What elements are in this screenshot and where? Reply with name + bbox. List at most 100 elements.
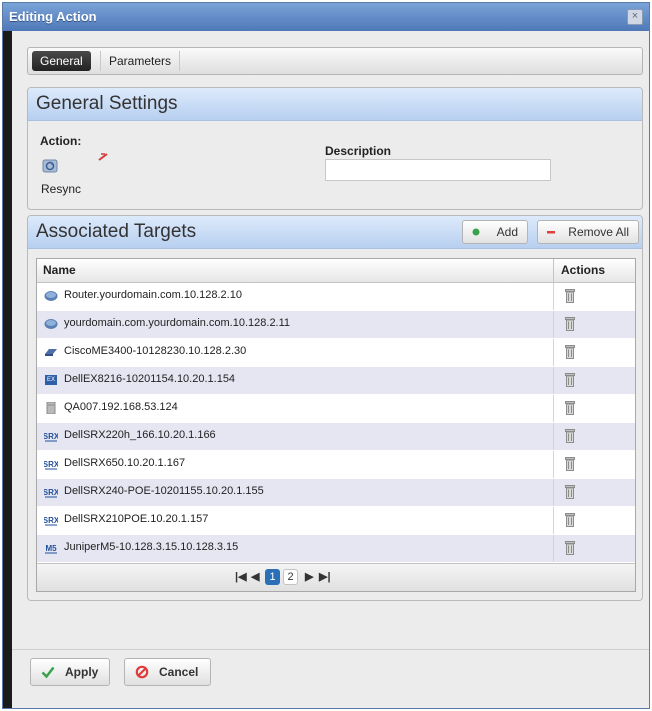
tab-parameters[interactable]: Parameters (100, 51, 181, 71)
target-name: CiscoME3400-10128230.10.128.2.30 (64, 345, 247, 357)
checkmark-icon (41, 666, 55, 679)
delete-icon[interactable] (565, 317, 575, 331)
target-name: DellSRX210POE.10.20.1.157 (64, 513, 209, 525)
target-name: DellEX8216-10201154.10.20.1.154 (64, 373, 236, 385)
delete-icon[interactable] (565, 373, 575, 387)
editing-action-dialog: Editing Action × General Parameters Gene… (2, 2, 650, 709)
last-page-icon[interactable]: ▶| (319, 570, 331, 583)
next-page-icon[interactable]: ▶ (305, 570, 313, 583)
footer-divider (12, 649, 649, 650)
action-label: Action: (40, 134, 82, 148)
target-name: Router.yourdomain.com.10.128.2.10 (64, 289, 242, 301)
table-row[interactable]: SRX DellSRX650.10.20.1.167 (37, 451, 635, 479)
target-name: DellSRX220h_166.10.20.1.166 (64, 429, 216, 441)
required-marker-icon (98, 153, 108, 161)
column-divider (553, 423, 554, 450)
pagination: |◀ ◀ 1 2 ▶ ▶| (37, 563, 635, 591)
prev-page-icon[interactable]: ◀ (251, 570, 259, 583)
remove-all-button[interactable]: Remove All (537, 220, 639, 244)
server-icon (46, 402, 56, 414)
delete-icon[interactable] (565, 289, 575, 303)
associated-targets-panel: Associated Targets Add Remove All Name A… (27, 215, 643, 601)
associated-targets-title: Associated Targets (36, 221, 197, 242)
general-settings-header: General Settings (28, 88, 642, 121)
column-divider (553, 535, 554, 562)
tab-bar: General Parameters (27, 47, 643, 75)
delete-icon[interactable] (565, 429, 575, 443)
apply-button[interactable]: Apply (30, 658, 110, 686)
svg-text:SRX: SRX (44, 516, 58, 525)
remove-all-button-label: Remove All (568, 225, 629, 239)
delete-icon[interactable] (565, 345, 575, 359)
apply-button-label: Apply (65, 665, 99, 679)
associated-targets-header: Associated Targets Add Remove All (28, 216, 642, 249)
router-icon (44, 319, 58, 329)
add-button-label: Add (496, 225, 518, 239)
left-edge-bar (3, 31, 12, 708)
column-divider (553, 311, 554, 338)
add-button[interactable]: Add (462, 220, 528, 244)
title-bar[interactable]: Editing Action × (3, 3, 649, 31)
column-header-actions[interactable]: Actions (561, 263, 605, 277)
srx-icon: SRX (44, 460, 58, 470)
column-divider (553, 283, 554, 310)
action-value: Resync (41, 182, 82, 196)
cancel-button[interactable]: Cancel (124, 658, 211, 686)
target-name: QA007.192.168.53.124 (64, 401, 178, 413)
column-divider (553, 339, 554, 366)
delete-icon[interactable] (565, 457, 575, 471)
table-row[interactable]: SRX DellSRX240-POE-10201155.10.20.1.155 (37, 479, 635, 507)
table-row[interactable]: SRX DellSRX220h_166.10.20.1.166 (37, 423, 635, 451)
target-name: yourdomain.com.yourdomain.com.10.128.2.1… (64, 317, 291, 329)
targets-table: Name Actions Router.yourdomain.com.10.12… (36, 258, 636, 592)
table-body: Router.yourdomain.com.10.128.2.10 yourdom… (37, 283, 635, 563)
resync-icon[interactable] (42, 158, 58, 174)
svg-text:M5: M5 (45, 544, 57, 553)
cancel-icon (135, 665, 149, 679)
column-divider (553, 395, 554, 422)
table-row[interactable]: EX DellEX8216-10201154.10.20.1.154 (37, 367, 635, 395)
m5-icon: M5 (45, 544, 57, 554)
svg-text:EX: EX (47, 377, 55, 383)
table-row[interactable]: Router.yourdomain.com.10.128.2.10 (37, 283, 635, 311)
delete-icon[interactable] (565, 541, 575, 555)
delete-icon[interactable] (565, 513, 575, 527)
column-header-name[interactable]: Name (43, 263, 76, 277)
page-1-button[interactable]: 1 (265, 569, 280, 585)
table-row[interactable]: CiscoME3400-10128230.10.128.2.30 (37, 339, 635, 367)
table-header: Name Actions (37, 259, 635, 283)
plus-icon (472, 228, 480, 236)
column-divider (553, 507, 554, 534)
ex-switch-icon: EX (45, 375, 57, 385)
target-name: DellSRX240-POE-10201155.10.20.1.155 (64, 485, 264, 497)
description-label: Description (325, 144, 392, 158)
column-divider (553, 479, 554, 506)
target-name: JuniperM5-10.128.3.15.10.128.3.15 (64, 541, 239, 553)
target-name: DellSRX650.10.20.1.167 (64, 457, 186, 469)
description-input[interactable] (325, 159, 551, 181)
table-row[interactable]: QA007.192.168.53.124 (37, 395, 635, 423)
delete-icon[interactable] (565, 485, 575, 499)
delete-icon[interactable] (565, 401, 575, 415)
srx-icon: SRX (44, 516, 58, 526)
table-row[interactable]: M5 JuniperM5-10.128.3.15.10.128.3.15 (37, 535, 635, 563)
close-icon[interactable]: × (627, 9, 643, 25)
svg-text:SRX: SRX (44, 488, 58, 497)
table-row[interactable]: SRX DellSRX210POE.10.20.1.157 (37, 507, 635, 535)
tab-general[interactable]: General (32, 51, 91, 71)
column-divider (553, 451, 554, 478)
router-icon (44, 291, 58, 301)
page-2-button[interactable]: 2 (283, 569, 298, 585)
srx-icon: SRX (44, 488, 58, 498)
svg-text:SRX: SRX (44, 432, 58, 441)
general-settings-panel: General Settings Action: Resync Descript… (27, 87, 643, 210)
switch-icon (45, 349, 57, 356)
column-divider (553, 367, 554, 394)
table-row[interactable]: yourdomain.com.yourdomain.com.10.128.2.1… (37, 311, 635, 339)
svg-text:SRX: SRX (44, 460, 58, 469)
srx-icon: SRX (44, 432, 58, 442)
dialog-title: Editing Action (9, 9, 97, 24)
minus-icon (547, 231, 555, 234)
first-page-icon[interactable]: |◀ (235, 570, 247, 583)
general-settings-title: General Settings (36, 93, 178, 114)
